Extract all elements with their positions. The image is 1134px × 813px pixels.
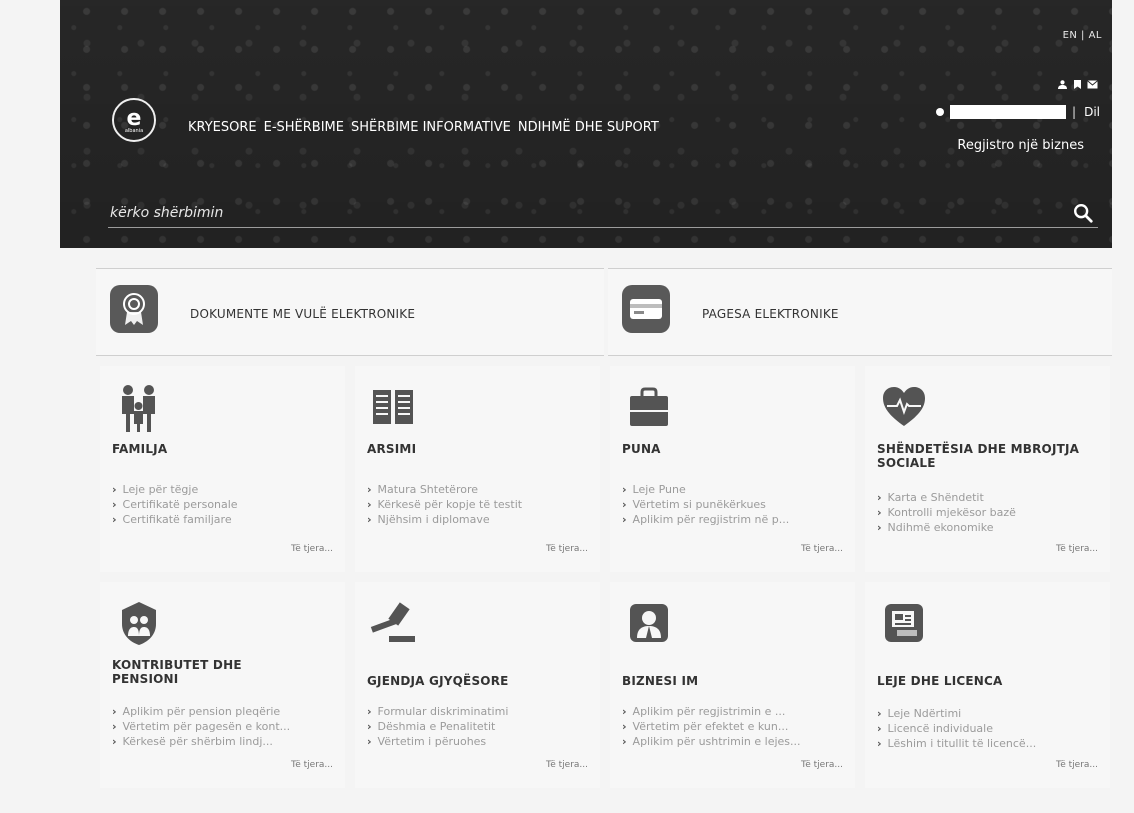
family-icon [122, 385, 155, 432]
service-categories: FAMILJA Leje për tëgje Certifikatë perso… [100, 366, 1116, 796]
category-gjendja-gjyqesore[interactable]: GJENDJA GJYQËSORE Formular diskriminatim… [355, 582, 600, 788]
quick-label-e-documents: DOKUMENTE ME VULË ELEKTRONIKE [190, 307, 416, 321]
category-links: Aplikim për regjistrimin e ... Vërtetim … [622, 704, 837, 749]
category-link[interactable]: Formular diskriminatimi [367, 704, 582, 719]
category-link[interactable]: Karta e Shëndetit [877, 490, 1092, 505]
gavel-icon [370, 602, 415, 642]
search-icon[interactable] [1072, 202, 1094, 224]
category-link[interactable]: Leje Ndërtimi [877, 706, 1092, 721]
category-link[interactable]: Kërkesë për shërbim lindj... [112, 734, 327, 749]
e-albania-logo[interactable]: e albania [112, 98, 156, 142]
mail-icon[interactable] [1087, 80, 1098, 89]
header-icons [1057, 80, 1098, 89]
quick-icon-wrap [622, 285, 670, 333]
quick-icon-wrap [110, 285, 158, 333]
category-link[interactable]: Certifikatë personale [112, 497, 327, 512]
category-links: Aplikim për pension pleqërie Vërtetim pë… [112, 704, 327, 749]
category-leje-dhe-licenca[interactable]: LEJE DHE LICENCA Leje Ndërtimi Licencë i… [865, 582, 1110, 788]
category-link[interactable]: Aplikim për pension pleqërie [112, 704, 327, 719]
category-link[interactable]: Kontrolli mjekësor bazë [877, 505, 1092, 520]
card-icon [630, 299, 662, 319]
category-links: Formular diskriminatimi Dëshmia e Penali… [367, 704, 582, 749]
more-link[interactable]: Të tjera... [291, 760, 333, 770]
register-business-link[interactable]: Regjistro një biznes [957, 138, 1084, 153]
quick-links: DOKUMENTE ME VULË ELEKTRONIKE PAGESA ELE… [96, 268, 1112, 356]
category-familja[interactable]: FAMILJA Leje për tëgje Certifikatë perso… [100, 366, 345, 572]
category-link[interactable]: Vërtetim si punëkërkues [622, 497, 837, 512]
search-input[interactable] [108, 198, 1134, 227]
category-link[interactable]: Vërtetim për efektet e kun... [622, 719, 837, 734]
business-person-icon [630, 604, 668, 642]
more-link[interactable]: Të tjera... [1056, 544, 1098, 554]
category-kontributet[interactable]: KONTRIBUTET DHE PENSIONI Aplikim për pen… [100, 582, 345, 788]
category-link[interactable]: Matura Shtetërore [367, 482, 582, 497]
heart-icon [883, 387, 925, 426]
username-redacted [950, 105, 1067, 119]
logo-subtext: albania [124, 127, 144, 134]
category-title: FAMILJA [112, 442, 168, 456]
logo-letter: e [126, 105, 142, 131]
page: EN | AL e albania KRYESORE E-SHËRBIME SH… [0, 0, 1134, 813]
main-nav: KRYESORE E-SHËRBIME SHËRBIME INFORMATIVE… [188, 120, 659, 135]
user-separator: | [1072, 105, 1077, 119]
category-links: Matura Shtetërore Kërkesë për kopje të t… [367, 482, 582, 527]
category-link[interactable]: Certifikatë familjare [112, 512, 327, 527]
category-title: SHËNDETËSIA DHE MBROJTJA SOCIALE [877, 442, 1080, 470]
more-link[interactable]: Të tjera... [801, 760, 843, 770]
more-link[interactable]: Të tjera... [291, 544, 333, 554]
more-link[interactable]: Të tjera... [546, 544, 588, 554]
category-links: Karta e Shëndetit Kontrolli mjekësor baz… [877, 490, 1092, 535]
category-title: GJENDJA GJYQËSORE [367, 674, 509, 688]
quick-label-e-payments: PAGESA ELEKTRONIKE [702, 307, 839, 321]
category-link[interactable]: Leje për tëgje [112, 482, 327, 497]
header: EN | AL e albania KRYESORE E-SHËRBIME SH… [60, 0, 1134, 248]
category-link[interactable]: Vërtetim për pagesën e kont... [112, 719, 327, 734]
category-arsimi[interactable]: ARSIMI Matura Shtetërore Kërkesë për kop… [355, 366, 600, 572]
seal-icon [123, 293, 145, 325]
category-link[interactable]: Aplikim për regjistrim në p... [622, 512, 837, 527]
category-title: LEJE DHE LICENCA [877, 674, 1003, 688]
category-biznesi-im[interactable]: BIZNESI IM Aplikim për regjistrimin e ..… [610, 582, 855, 788]
category-puna[interactable]: PUNA Leje Pune Vërtetim si punëkërkues A… [610, 366, 855, 572]
quick-card-e-payments[interactable]: PAGESA ELEKTRONIKE [608, 268, 1112, 356]
category-title: KONTRIBUTET DHE PENSIONI [112, 658, 242, 686]
category-link[interactable]: Dëshmia e Penalitetit [367, 719, 582, 734]
account-icon [936, 108, 945, 116]
category-links: Leje Pune Vërtetim si punëkërkues Apliki… [622, 482, 837, 527]
shield-family-icon [122, 602, 156, 645]
book-icon [373, 390, 413, 424]
category-link[interactable]: Leje Pune [622, 482, 837, 497]
nav-sherbime-informative[interactable]: SHËRBIME INFORMATIVE [351, 120, 511, 135]
category-link[interactable]: Njëhsim i diplomave [367, 512, 582, 527]
category-link[interactable]: Lëshim i titullit të licencë... [877, 736, 1092, 751]
user-icon[interactable] [1057, 80, 1068, 89]
more-link[interactable]: Të tjera... [546, 760, 588, 770]
nav-e-sherbime[interactable]: E-SHËRBIME [264, 120, 344, 135]
category-title: ARSIMI [367, 442, 417, 456]
category-links: Leje Ndërtimi Licencë individuale Lëshim… [877, 706, 1092, 751]
category-link[interactable]: Licencë individuale [877, 721, 1092, 736]
search-bar [108, 198, 1134, 228]
more-link[interactable]: Të tjera... [1056, 760, 1098, 770]
user-area: | Dil [936, 105, 1100, 119]
category-link[interactable]: Ndihmë ekonomike [877, 520, 1092, 535]
category-link[interactable]: Kërkesë për kopje të testit [367, 497, 582, 512]
more-link[interactable]: Të tjera... [801, 544, 843, 554]
documents-icon [885, 604, 923, 642]
language-switch[interactable]: EN | AL [1063, 30, 1102, 41]
briefcase-icon [630, 387, 668, 426]
category-title: BIZNESI IM [622, 674, 699, 688]
bookmark-icon[interactable] [1072, 80, 1083, 89]
category-link[interactable]: Aplikim për ushtrimin e lejes... [622, 734, 837, 749]
nav-kryesore[interactable]: KRYESORE [188, 120, 257, 135]
category-links: Leje për tëgje Certifikatë personale Cer… [112, 482, 327, 527]
nav-ndihme-dhe-suport[interactable]: NDIHMË DHE SUPORT [518, 120, 659, 135]
category-link[interactable]: Aplikim për regjistrimin e ... [622, 704, 837, 719]
category-shendetesia[interactable]: SHËNDETËSIA DHE MBROJTJA SOCIALE Karta e… [865, 366, 1110, 572]
category-link[interactable]: Vërtetim i përuohes [367, 734, 582, 749]
category-title: PUNA [622, 442, 661, 456]
logout-link[interactable]: Dil [1084, 105, 1100, 119]
quick-card-e-documents[interactable]: DOKUMENTE ME VULË ELEKTRONIKE [96, 268, 604, 356]
